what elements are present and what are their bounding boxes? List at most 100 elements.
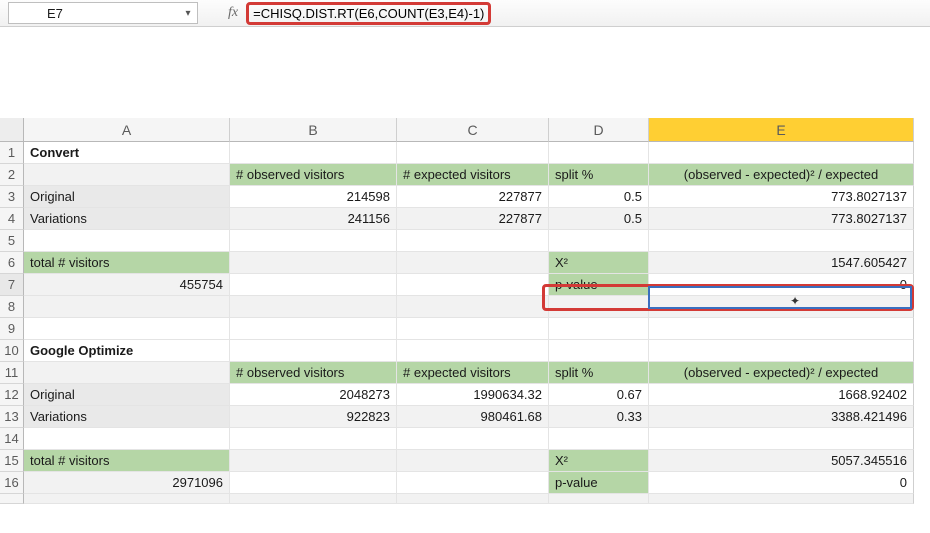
cell-C14[interactable] — [397, 428, 549, 450]
cell-C1[interactable] — [397, 142, 549, 164]
cell-B3[interactable]: 214598 — [230, 186, 397, 208]
cell-C11[interactable]: # expected visitors — [397, 362, 549, 384]
col-header-C[interactable]: C — [397, 118, 549, 142]
cell-B14[interactable] — [230, 428, 397, 450]
cell-E2[interactable]: (observed - expected)² / expected — [649, 164, 914, 186]
cell-D11[interactable]: split % — [549, 362, 649, 384]
cell-C12[interactable]: 1990634.32 — [397, 384, 549, 406]
row-number-15[interactable]: 15 — [0, 450, 24, 472]
cell-B8[interactable] — [230, 296, 397, 318]
row-number-13[interactable]: 13 — [0, 406, 24, 428]
cell-B6[interactable] — [230, 252, 397, 274]
cell-A9[interactable] — [24, 318, 230, 340]
cell-E13[interactable]: 3388.421496 — [649, 406, 914, 428]
cell-D17[interactable] — [549, 494, 649, 504]
cell-D6[interactable]: X² — [549, 252, 649, 274]
cell-E4[interactable]: 773.8027137 — [649, 208, 914, 230]
row-number-17[interactable] — [0, 494, 24, 504]
cell-C7[interactable] — [397, 274, 549, 296]
col-header-A[interactable]: A — [24, 118, 230, 142]
cell-C13[interactable]: 980461.68 — [397, 406, 549, 428]
cell-E10[interactable] — [649, 340, 914, 362]
cell-C4[interactable]: 227877 — [397, 208, 549, 230]
fx-icon[interactable]: fx — [228, 5, 238, 21]
cell-B16[interactable] — [230, 472, 397, 494]
cell-B4[interactable]: 241156 — [230, 208, 397, 230]
cell-D10[interactable] — [549, 340, 649, 362]
name-box-dropdown-icon[interactable]: ▾ — [179, 8, 197, 19]
cell-A6[interactable]: total # visitors — [24, 252, 230, 274]
cell-A12[interactable]: Original — [24, 384, 230, 406]
cell-D7[interactable]: p-value — [549, 274, 649, 296]
row-number-12[interactable]: 12 — [0, 384, 24, 406]
row-number-7[interactable]: 7 — [0, 274, 24, 296]
cell-E5[interactable] — [649, 230, 914, 252]
cell-A15[interactable]: total # visitors — [24, 450, 230, 472]
cell-B17[interactable] — [230, 494, 397, 504]
row-number-10[interactable]: 10 — [0, 340, 24, 362]
row-number-8[interactable]: 8 — [0, 296, 24, 318]
cell-D8[interactable] — [549, 296, 649, 318]
cell-C6[interactable] — [397, 252, 549, 274]
cell-E9[interactable] — [649, 318, 914, 340]
cell-E12[interactable]: 1668.92402 — [649, 384, 914, 406]
cell-E7[interactable]: 0 — [649, 274, 914, 296]
row-number-11[interactable]: 11 — [0, 362, 24, 384]
cell-C8[interactable] — [397, 296, 549, 318]
cell-D12[interactable]: 0.67 — [549, 384, 649, 406]
cell-A17[interactable] — [24, 494, 230, 504]
cell-D1[interactable] — [549, 142, 649, 164]
cell-E6[interactable]: 1547.605427 — [649, 252, 914, 274]
cell-D2[interactable]: split % — [549, 164, 649, 186]
cell-D16[interactable]: p-value — [549, 472, 649, 494]
cell-E15[interactable]: 5057.345516 — [649, 450, 914, 472]
cell-C17[interactable] — [397, 494, 549, 504]
cell-A8[interactable] — [24, 296, 230, 318]
cell-A13[interactable]: Variations — [24, 406, 230, 428]
cell-A5[interactable] — [24, 230, 230, 252]
cell-E3[interactable]: 773.8027137 — [649, 186, 914, 208]
cell-E8[interactable] — [649, 296, 914, 318]
cell-A2[interactable] — [24, 164, 230, 186]
cell-A11[interactable] — [24, 362, 230, 384]
cell-E11[interactable]: (observed - expected)² / expected — [649, 362, 914, 384]
cell-C5[interactable] — [397, 230, 549, 252]
row-number-14[interactable]: 14 — [0, 428, 24, 450]
cell-E17[interactable] — [649, 494, 914, 504]
cell-D3[interactable]: 0.5 — [549, 186, 649, 208]
cell-B11[interactable]: # observed visitors — [230, 362, 397, 384]
cell-B1[interactable] — [230, 142, 397, 164]
col-header-B[interactable]: B — [230, 118, 397, 142]
row-number-3[interactable]: 3 — [0, 186, 24, 208]
cell-B7[interactable] — [230, 274, 397, 296]
cell-E1[interactable] — [649, 142, 914, 164]
cell-B9[interactable] — [230, 318, 397, 340]
cell-B15[interactable] — [230, 450, 397, 472]
cell-B5[interactable] — [230, 230, 397, 252]
cell-B12[interactable]: 2048273 — [230, 384, 397, 406]
row-number-9[interactable]: 9 — [0, 318, 24, 340]
cell-C2[interactable]: # expected visitors — [397, 164, 549, 186]
cell-D15[interactable]: X² — [549, 450, 649, 472]
row-number-5[interactable]: 5 — [0, 230, 24, 252]
cell-A4[interactable]: Variations — [24, 208, 230, 230]
cell-A14[interactable] — [24, 428, 230, 450]
cell-D5[interactable] — [549, 230, 649, 252]
cell-E14[interactable] — [649, 428, 914, 450]
cell-B13[interactable]: 922823 — [230, 406, 397, 428]
cell-C9[interactable] — [397, 318, 549, 340]
name-box[interactable]: E7 ▾ — [8, 2, 198, 24]
row-number-1[interactable]: 1 — [0, 142, 24, 164]
cell-A1[interactable]: Convert — [24, 142, 230, 164]
cell-C10[interactable] — [397, 340, 549, 362]
formula-input[interactable]: =CHISQ.DIST.RT(E6,COUNT(E3,E4)-1) — [253, 6, 484, 21]
row-number-2[interactable]: 2 — [0, 164, 24, 186]
col-header-E[interactable]: E — [649, 118, 914, 142]
row-number-6[interactable]: 6 — [0, 252, 24, 274]
cell-A3[interactable]: Original — [24, 186, 230, 208]
cell-B2[interactable]: # observed visitors — [230, 164, 397, 186]
cell-A7[interactable]: 455754 — [24, 274, 230, 296]
cell-D14[interactable] — [549, 428, 649, 450]
cell-B10[interactable] — [230, 340, 397, 362]
row-number-16[interactable]: 16 — [0, 472, 24, 494]
